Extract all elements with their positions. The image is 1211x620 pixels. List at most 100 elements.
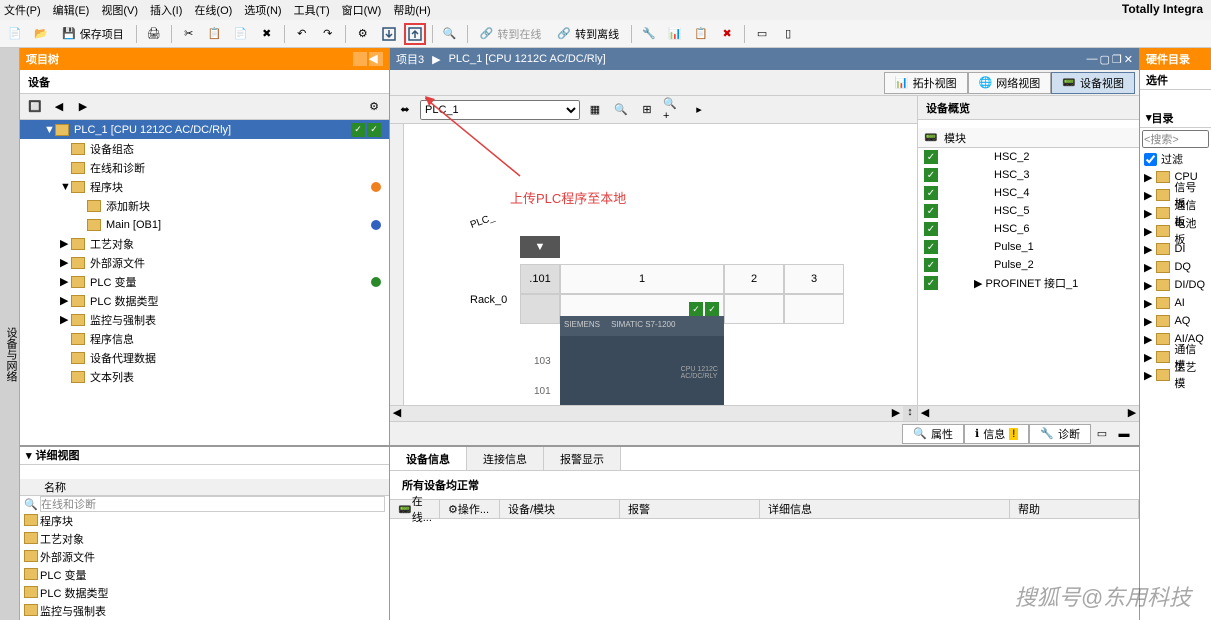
tree-item[interactable]: ▶PLC 数据类型 bbox=[20, 291, 389, 310]
tree-item[interactable]: ▶工艺对象 bbox=[20, 234, 389, 253]
overview-row[interactable]: ✓HSC_4 bbox=[918, 184, 1139, 202]
detail-row[interactable]: 程序块 bbox=[20, 512, 389, 530]
tool-icon-1[interactable]: 🔧 bbox=[638, 23, 660, 45]
tree-opt-icon[interactable]: ⚙ bbox=[363, 96, 385, 118]
menu-options[interactable]: 选项(N) bbox=[244, 2, 281, 18]
copy-icon[interactable]: 📋 bbox=[204, 23, 226, 45]
save-project-button[interactable]: 💾 保存项目 bbox=[56, 26, 130, 42]
compile-icon[interactable]: ⚙ bbox=[352, 23, 374, 45]
tab-info[interactable]: ℹ 信息 ! bbox=[964, 424, 1029, 444]
tool-icon-2[interactable]: 📊 bbox=[664, 23, 686, 45]
breadcrumb-project[interactable]: 项目3 bbox=[396, 51, 424, 67]
tree-item[interactable]: 文本列表 bbox=[20, 367, 389, 386]
new-project-icon[interactable]: 📄 bbox=[4, 23, 26, 45]
window-restore-icon[interactable]: ❐ bbox=[1112, 53, 1122, 66]
go-offline-button[interactable]: 🔗 转到离线 bbox=[551, 26, 625, 42]
tab-diagnostics[interactable]: 🔧 诊断 bbox=[1029, 424, 1091, 444]
tab-network[interactable]: 🌐 网络视图 bbox=[968, 72, 1052, 94]
catalog-item[interactable]: ▶DI/DQ bbox=[1140, 276, 1211, 294]
redo-icon[interactable]: ↷ bbox=[317, 23, 339, 45]
project-tree[interactable]: ▼PLC_1 [CPU 1212C AC/DC/Rly]✓✓设备组态在线和诊断▼… bbox=[20, 120, 389, 445]
window-max-icon[interactable]: ▢ bbox=[1100, 53, 1110, 66]
download-icon[interactable] bbox=[378, 23, 400, 45]
tree-fwd-icon[interactable]: ▶ bbox=[72, 96, 94, 118]
menu-help[interactable]: 帮助(H) bbox=[393, 2, 430, 18]
tree-view-icon[interactable]: 🔲 bbox=[24, 96, 46, 118]
upload-icon[interactable] bbox=[404, 23, 426, 45]
catalog-item[interactable]: ▶DQ bbox=[1140, 258, 1211, 276]
tree-item[interactable]: 设备组态 bbox=[20, 139, 389, 158]
tab-device[interactable]: 📟 设备视图 bbox=[1051, 72, 1135, 94]
rack-dropdown-icon[interactable]: ▼ bbox=[520, 236, 560, 258]
window-close-icon[interactable]: ✕ bbox=[1124, 53, 1133, 66]
catalog-search-input[interactable] bbox=[1142, 130, 1209, 148]
panel-collapse-icon[interactable]: ◀ bbox=[369, 52, 383, 66]
tree-item[interactable]: ▼程序块 bbox=[20, 177, 389, 196]
overview-row[interactable]: ✓HSC_2 bbox=[918, 148, 1139, 166]
menu-view[interactable]: 视图(V) bbox=[101, 2, 138, 18]
delete-icon[interactable]: ✖ bbox=[256, 23, 278, 45]
tree-item[interactable]: Main [OB1] bbox=[20, 215, 389, 234]
tab-alarm-display[interactable]: 报警显示 bbox=[544, 447, 621, 470]
rack-slot-1[interactable]: 1 bbox=[560, 264, 724, 294]
open-icon[interactable]: 📂 bbox=[30, 23, 52, 45]
menu-tools[interactable]: 工具(T) bbox=[294, 2, 330, 18]
rack-slot-3[interactable]: 3 bbox=[784, 264, 844, 294]
detail-row[interactable]: 监控与强制表 bbox=[20, 602, 389, 620]
tree-item[interactable]: ▶外部源文件 bbox=[20, 253, 389, 272]
window-min-icon[interactable]: — bbox=[1087, 53, 1098, 66]
catalog-item[interactable]: ▶工艺模 bbox=[1140, 366, 1211, 384]
stop-icon[interactable]: ✖ bbox=[716, 23, 738, 45]
rack-slot-2[interactable]: 2 bbox=[724, 264, 784, 294]
tab-properties[interactable]: 🔍 属性 bbox=[902, 424, 964, 444]
catalog-item[interactable]: ▶电池板 bbox=[1140, 222, 1211, 240]
catalog-filter[interactable]: 过滤 bbox=[1140, 150, 1211, 168]
detail-row[interactable]: PLC 数据类型 bbox=[20, 584, 389, 602]
overview-row[interactable]: ✓HSC_6 bbox=[918, 220, 1139, 238]
tab-conn-info[interactable]: 连接信息 bbox=[467, 447, 544, 470]
overview-row[interactable]: ✓HSC_3 bbox=[918, 166, 1139, 184]
catalog-item[interactable]: ▶AI bbox=[1140, 294, 1211, 312]
undo-icon[interactable]: ↶ bbox=[291, 23, 313, 45]
overview-row[interactable]: ✓▶ PROFINET 接口_1 bbox=[918, 274, 1139, 292]
print-icon[interactable]: 🖨 bbox=[143, 23, 165, 45]
menu-edit[interactable]: 编辑(E) bbox=[53, 2, 90, 18]
catalog-item[interactable]: ▶AQ bbox=[1140, 312, 1211, 330]
layout-icon-1[interactable]: ▭ bbox=[751, 23, 773, 45]
inspector-collapse-icon[interactable]: ▭ bbox=[1091, 423, 1113, 445]
overview-hscroll[interactable]: ◀ ▶ bbox=[918, 405, 1139, 421]
device-canvas[interactable]: ⬌ PLC_1 ▦ 🔍 ⊞ 🔍+ ▸ 上传PLC程序至本地 PLC_ ▼ bbox=[390, 96, 917, 421]
tool-icon-3[interactable]: 📋 bbox=[690, 23, 712, 45]
tree-item[interactable]: ▼PLC_1 [CPU 1212C AC/DC/Rly]✓✓ bbox=[20, 120, 389, 139]
overview-row[interactable]: ✓HSC_5 bbox=[918, 202, 1139, 220]
catalog-dir[interactable]: ▾ 目录 bbox=[1140, 108, 1211, 128]
tree-back-icon[interactable]: ◀ bbox=[48, 96, 70, 118]
tree-item[interactable]: 设备代理数据 bbox=[20, 348, 389, 367]
tab-topology[interactable]: 📊 拓扑视图 bbox=[884, 72, 968, 94]
overview-row[interactable]: ✓Pulse_2 bbox=[918, 256, 1139, 274]
detail-row[interactable]: PLC 变量 bbox=[20, 566, 389, 584]
menu-online[interactable]: 在线(O) bbox=[194, 2, 232, 18]
tree-item[interactable]: 程序信息 bbox=[20, 329, 389, 348]
search-icon[interactable]: 🔍 bbox=[439, 23, 461, 45]
cut-icon[interactable]: ✂ bbox=[178, 23, 200, 45]
rack-slot-101[interactable]: .101 bbox=[520, 264, 560, 294]
layout-icon-2[interactable]: ▯ bbox=[777, 23, 799, 45]
panel-pin-icon[interactable] bbox=[353, 52, 367, 66]
canvas-nav-icon[interactable]: ⬌ bbox=[394, 99, 416, 121]
inspector-expand-icon[interactable]: ▬ bbox=[1113, 423, 1135, 445]
tree-item[interactable]: ▶监控与强制表 bbox=[20, 310, 389, 329]
vertical-sidebar[interactable]: 设备与网络 bbox=[0, 48, 20, 620]
canvas-hscroll[interactable]: ◀ ▶ ↕ bbox=[390, 405, 917, 421]
overview-row[interactable]: ✓Pulse_1 bbox=[918, 238, 1139, 256]
catalog-options[interactable]: 选件 bbox=[1140, 70, 1211, 90]
menu-insert[interactable]: 插入(I) bbox=[150, 2, 182, 18]
tree-item[interactable]: 在线和诊断 bbox=[20, 158, 389, 177]
go-online-button[interactable]: 🔗 转到在线 bbox=[474, 26, 548, 42]
menu-file[interactable]: 文件(P) bbox=[4, 2, 41, 18]
detail-row[interactable]: 工艺对象 bbox=[20, 530, 389, 548]
filter-checkbox[interactable] bbox=[1144, 153, 1157, 166]
breadcrumb-device[interactable]: PLC_1 [CPU 1212C AC/DC/Rly] bbox=[449, 53, 606, 65]
detail-input-row[interactable]: 🔍 bbox=[20, 496, 389, 512]
menu-window[interactable]: 窗口(W) bbox=[342, 2, 382, 18]
